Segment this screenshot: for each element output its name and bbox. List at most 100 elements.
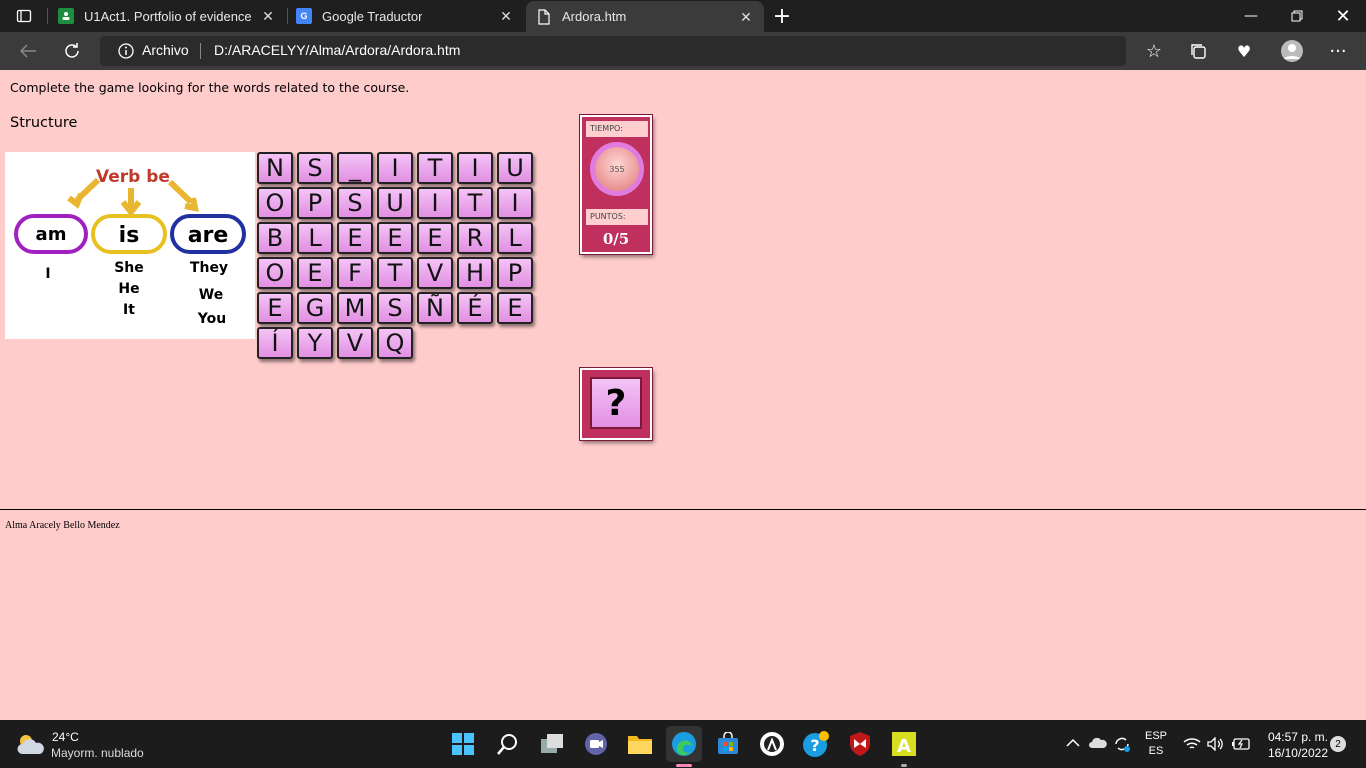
language-bottom: ES [1148,745,1164,757]
letter-tile[interactable]: I [457,152,493,184]
clock-time: 04:57 p. m. [1267,730,1328,744]
letter-tile[interactable]: T [377,257,413,289]
letter-tile[interactable]: Q [377,327,413,359]
letter-tile[interactable]: N [257,152,293,184]
letter-tile[interactable]: Y [297,327,333,359]
tab-google-translate[interactable]: G Google Traductor ✕ [286,0,524,32]
letter-tile[interactable]: P [497,257,533,289]
letter-tile[interactable]: S [297,152,333,184]
letter-tile[interactable]: T [417,152,453,184]
close-window-icon[interactable]: ✕ [1320,0,1366,32]
clock[interactable]: 04:57 p. m. 16/10/2022 [1256,729,1328,761]
clock-date: 16/10/2022 [1267,746,1328,760]
info-icon[interactable] [118,43,134,59]
language-indicator[interactable]: ESP ES [1142,729,1170,759]
points-label: PUNTOS: [586,209,648,225]
help-app-icon[interactable]: ? [798,726,834,762]
letter-tile[interactable]: I [497,187,533,219]
store-icon[interactable] [710,726,746,762]
letter-tile[interactable]: S [377,292,413,324]
tab-portfolio[interactable]: U1Act1. Portfolio of evidence [60 ✕ [48,0,286,32]
health-icon[interactable]: ♥ [1228,35,1260,67]
minimize-icon[interactable]: — [1228,0,1274,32]
edge-icon[interactable] [666,726,702,767]
letter-tile[interactable]: V [417,257,453,289]
pronoun-i: I [45,266,50,282]
teams-chat-icon[interactable] [578,726,614,762]
letter-tile[interactable]: P [297,187,333,219]
battery-icon[interactable] [1230,734,1252,754]
pronoun-he: He [118,281,139,297]
notification-badge[interactable]: 2 [1330,736,1346,752]
letter-tile[interactable]: L [497,222,533,254]
letter-tile[interactable]: É [457,292,493,324]
close-tab-icon[interactable]: ✕ [498,8,514,24]
game-status-panel: TIEMPO: 355 PUNTOS: 0/5 [579,114,653,255]
letter-tile[interactable]: M [337,292,373,324]
collections-icon[interactable] [1182,35,1214,67]
letter-tile[interactable]: V [337,327,373,359]
chevron-up-icon[interactable] [1064,734,1082,752]
timer-value: 355 [609,164,625,174]
classroom-icon [58,8,74,24]
letter-tile[interactable]: H [457,257,493,289]
ardora-app-icon[interactable]: A [886,726,922,767]
mcafee-icon[interactable] [842,726,878,762]
pronoun-you: You [197,311,226,327]
illustration-heading: Verb be [96,167,170,187]
volume-icon[interactable] [1206,734,1226,754]
letter-tile[interactable]: O [257,257,293,289]
letter-tile[interactable]: Ñ [417,292,453,324]
letter-tile[interactable]: I [377,152,413,184]
wifi-icon[interactable] [1182,734,1202,754]
tab-label: U1Act1. Portfolio of evidence [60 [84,8,254,24]
address-bar[interactable]: Archivo D:/ARACELYY/Alma/Ardora/Ardora.h… [100,36,1126,66]
letter-tile[interactable]: E [337,222,373,254]
search-icon[interactable] [490,726,526,762]
letter-tile[interactable]: F [337,257,373,289]
letter-tile[interactable]: T [457,187,493,219]
letter-tile[interactable]: Í [257,327,293,359]
letter-tile[interactable]: B [257,222,293,254]
page-content: Complete the game looking for the words … [0,70,1366,720]
sync-icon[interactable] [1112,734,1132,754]
letter-tile[interactable]: I [417,187,453,219]
tab-ardora[interactable]: Ardora.htm ✕ [526,1,764,32]
letter-tile[interactable]: R [457,222,493,254]
address-url[interactable]: D:/ARACELYY/Alma/Ardora/Ardora.htm [214,42,460,58]
start-icon[interactable] [445,726,481,762]
letter-tile[interactable]: U [497,152,533,184]
pronoun-they: They [190,260,228,276]
favorites-icon[interactable]: ☆ [1138,35,1170,67]
profile-avatar[interactable] [1276,35,1308,67]
letter-tile[interactable]: U [377,187,413,219]
address-prefix: Archivo [142,42,189,58]
letter-tile[interactable]: E [377,222,413,254]
letter-tile[interactable]: S [337,187,373,219]
letter-tile[interactable]: _ [337,152,373,184]
letter-tile[interactable]: O [257,187,293,219]
weather-widget[interactable]: 24°C Mayorm. nublado [16,728,216,762]
refresh-icon[interactable] [56,35,88,67]
more-menu-icon[interactable]: ··· [1322,35,1354,67]
onedrive-icon[interactable] [1088,734,1108,752]
close-tab-icon[interactable]: ✕ [738,9,754,25]
task-view-icon[interactable] [534,726,570,762]
letter-tile[interactable]: G [297,292,333,324]
verb-be-illustration: Verb be am is are I She He It They We Yo… [5,152,255,339]
pronoun-it: It [123,302,135,318]
help-button[interactable]: ? [579,367,653,441]
letter-tile[interactable]: E [257,292,293,324]
letter-tile[interactable]: L [297,222,333,254]
file-explorer-icon[interactable] [622,726,658,762]
restore-icon[interactable] [1274,0,1320,32]
close-tab-icon[interactable]: ✕ [260,8,276,24]
new-tab-icon[interactable]: + [772,4,792,29]
chrome-like-app-icon[interactable] [754,726,790,762]
letter-tile[interactable]: E [497,292,533,324]
back-icon[interactable] [12,35,44,67]
letter-tile[interactable]: E [297,257,333,289]
instructions-text: Complete the game looking for the words … [10,80,410,95]
letter-tile[interactable]: E [417,222,453,254]
tab-actions-icon[interactable] [16,8,32,24]
